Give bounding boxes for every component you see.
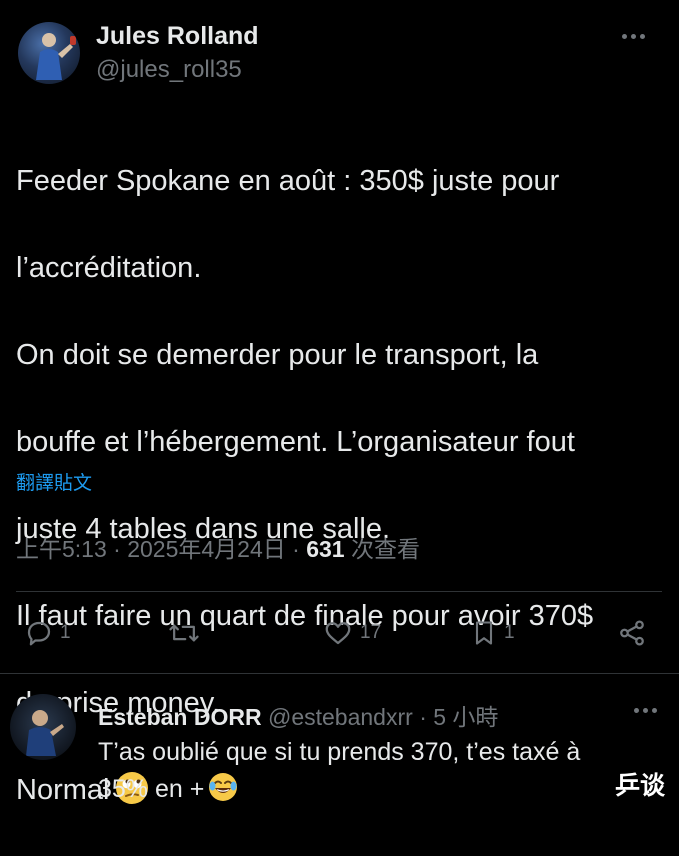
separator-dot: · (292, 536, 307, 562)
watermark-logo: 乒谈 (614, 772, 665, 800)
retweet-button[interactable] (168, 608, 206, 658)
author-handle[interactable]: @jules_roll35 (96, 56, 242, 84)
share-button[interactable] (616, 608, 648, 658)
reply-text-line: T’as oublié que si tu prends 370, t’es t… (98, 738, 581, 766)
reply-text-line: 35% en + (98, 775, 205, 803)
reply-author-name[interactable]: Esteban DORR (98, 704, 262, 730)
divider (16, 591, 662, 592)
reply-text: T’as oublié que si tu prends 370, t’es t… (98, 734, 658, 808)
views-count[interactable]: 631 (306, 536, 344, 562)
share-icon (620, 620, 644, 646)
author-name[interactable]: Jules Rolland (96, 22, 259, 51)
tweet-date[interactable]: 2025年4月24日 (127, 536, 286, 562)
like-button[interactable]: 17 (322, 608, 381, 658)
reply-time[interactable]: 5 小時 (433, 704, 498, 730)
separator-dot: · (113, 536, 128, 562)
reply-text-last-line: 35% en + (98, 771, 658, 808)
like-count: 17 (360, 622, 382, 643)
tweet-text-line: On doit se demerder pour le transport, l… (16, 338, 539, 371)
tweet-time[interactable]: 上午5:13 (16, 536, 107, 562)
more-dots-icon[interactable] (618, 26, 648, 46)
tweet-text-line: l’accréditation. (16, 251, 202, 284)
separator-dot: · (419, 704, 434, 730)
tweet-text-line: Feeder Spokane en août : 350$ juste pour (16, 164, 560, 197)
more-dots-icon[interactable] (634, 708, 657, 713)
reply-item[interactable]: Esteban DORR @estebandxrr · 5 小時 T’as ou… (0, 690, 679, 818)
tweet-header: Jules Rolland @jules_roll35 (18, 18, 658, 88)
bookmark-icon (475, 621, 493, 645)
reply-author-handle[interactable]: @estebandxrr (268, 704, 413, 730)
reply-icon (27, 621, 51, 646)
reply-count: 1 (60, 622, 71, 643)
divider (0, 673, 679, 674)
action-bar: 1 17 1 (0, 608, 679, 658)
reply-header: Esteban DORR @estebandxrr · 5 小時 (98, 698, 498, 732)
tweet-meta: 上午5:13 · 2025年4月24日 · 631 次查看 (16, 530, 420, 564)
translate-post-link[interactable]: 翻譯貼文 (16, 468, 92, 495)
reply-author-avatar[interactable] (10, 694, 76, 760)
tweet-text-line: bouffe et l’hébergement. L’organisateur … (16, 425, 575, 458)
views-label: 次查看 (350, 536, 420, 562)
retweet-icon (169, 624, 199, 642)
reply-button[interactable]: 1 (24, 608, 71, 658)
author-avatar[interactable] (18, 22, 80, 84)
bookmark-count: 1 (504, 622, 515, 643)
tears-of-joy-emoji (209, 773, 238, 801)
bookmark-button[interactable]: 1 (470, 608, 515, 658)
like-icon (325, 622, 351, 645)
